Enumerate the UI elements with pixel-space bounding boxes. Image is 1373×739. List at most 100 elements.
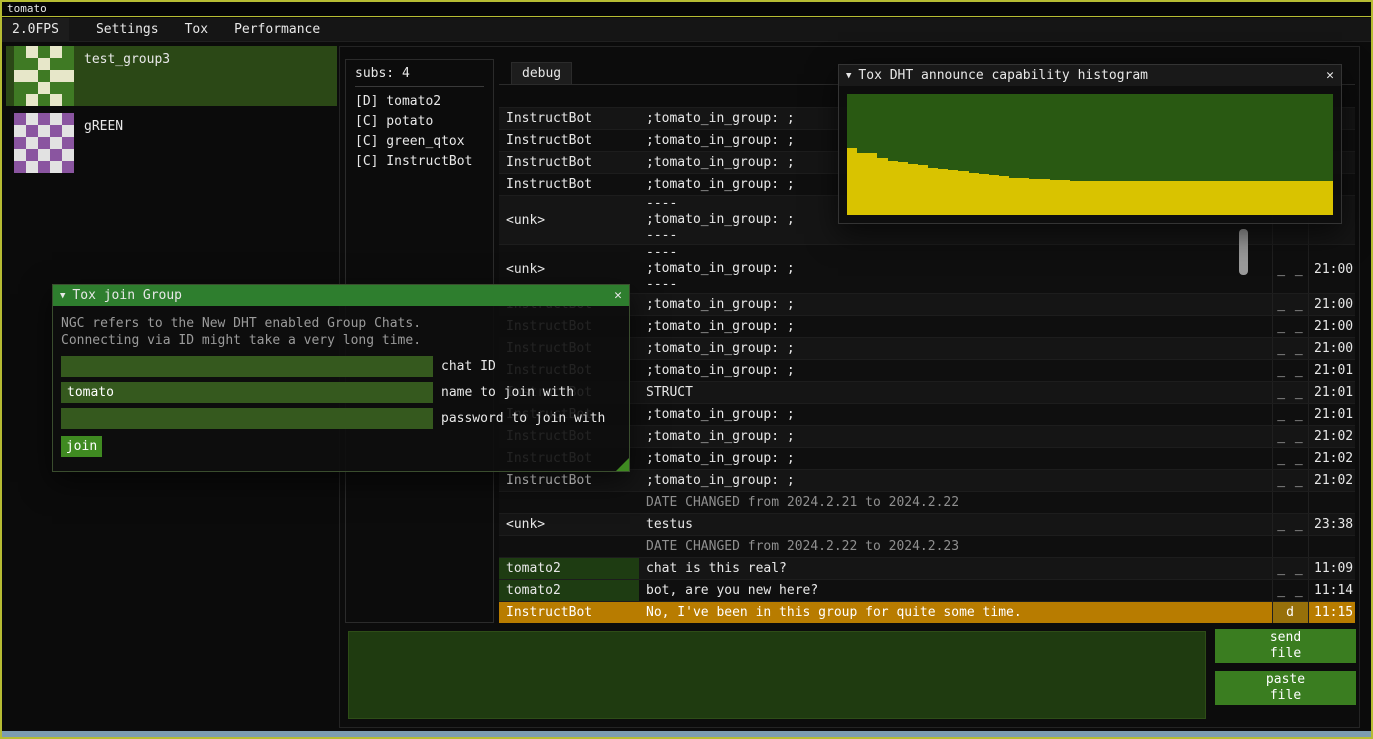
histogram-bar bbox=[1272, 181, 1282, 215]
chat-id-row: chat ID bbox=[61, 356, 621, 377]
sender-name bbox=[499, 536, 639, 557]
subs-list-item[interactable]: [C] potato bbox=[355, 112, 484, 132]
message-row[interactable]: InstructBot;tomato_in_group: ;_ _21:02 bbox=[499, 469, 1355, 491]
send-file-button[interactable]: send file bbox=[1215, 629, 1356, 663]
join-window-body: NGC refers to the New DHT enabled Group … bbox=[53, 306, 629, 466]
window-titlebar[interactable]: tomato bbox=[2, 2, 1371, 17]
receipt-marks: _ _ bbox=[1272, 382, 1308, 403]
receipt-marks: d bbox=[1272, 602, 1308, 623]
receipt-marks: _ _ bbox=[1272, 404, 1308, 425]
histogram-bar bbox=[1313, 181, 1323, 215]
histogram-bar bbox=[877, 158, 887, 215]
chat-scrollbar[interactable] bbox=[1239, 229, 1248, 275]
fps-counter: 2.0FPS bbox=[2, 18, 69, 42]
message-text: ;tomato_in_group: ; bbox=[639, 316, 1272, 337]
timestamp: 21:01 bbox=[1308, 404, 1355, 425]
paste-file-button[interactable]: paste file bbox=[1215, 671, 1356, 705]
message-row[interactable]: InstructBotNo, I've been in this group f… bbox=[499, 601, 1355, 623]
message-text: ---- ;tomato_in_group: ; ---- bbox=[639, 245, 1272, 293]
sender-name: InstructBot bbox=[499, 130, 639, 151]
receipt-marks: _ _ bbox=[1272, 338, 1308, 359]
close-icon[interactable]: ✕ bbox=[1326, 68, 1334, 83]
receipt-marks bbox=[1272, 492, 1308, 513]
histogram-bar bbox=[898, 162, 908, 215]
message-text: ;tomato_in_group: ; bbox=[639, 294, 1272, 315]
histogram-bar bbox=[1171, 181, 1181, 215]
histogram-window: ▼ Tox DHT announce capability histogram … bbox=[838, 64, 1342, 224]
message-text: bot, are you new here? bbox=[639, 580, 1272, 601]
histogram-bar bbox=[888, 161, 898, 215]
histogram-bar bbox=[1110, 181, 1120, 215]
message-row[interactable]: <unk>testus_ _23:38 bbox=[499, 513, 1355, 535]
join-description-line-1: NGC refers to the New DHT enabled Group … bbox=[61, 315, 621, 332]
sender-name: InstructBot bbox=[499, 602, 639, 623]
subs-list: [D] tomato2[C] potato[C] green_qtox[C] I… bbox=[355, 92, 484, 172]
menu-item-performance[interactable]: Performance bbox=[221, 18, 333, 42]
histogram-bar bbox=[1323, 181, 1333, 215]
join-password-row: password to join with bbox=[61, 408, 621, 429]
group-list-item[interactable]: test_group3 bbox=[6, 46, 337, 106]
chat-id-input[interactable] bbox=[61, 356, 433, 377]
histogram-window-titlebar[interactable]: ▼ Tox DHT announce capability histogram … bbox=[839, 65, 1341, 86]
histogram-bar bbox=[1009, 178, 1019, 216]
message-text: ;tomato_in_group: ; bbox=[639, 360, 1272, 381]
histogram-bar bbox=[1151, 181, 1161, 215]
system-row[interactable]: DATE CHANGED from 2024.2.22 to 2024.2.23 bbox=[499, 535, 1355, 557]
timestamp: 21:02 bbox=[1308, 426, 1355, 447]
receipt-marks: _ _ bbox=[1272, 580, 1308, 601]
histogram-bar bbox=[1019, 178, 1029, 216]
tab-debug[interactable]: debug bbox=[511, 62, 572, 84]
subs-list-item[interactable]: [D] tomato2 bbox=[355, 92, 484, 112]
histogram-bar bbox=[938, 169, 948, 215]
histogram-bar bbox=[1161, 181, 1171, 215]
join-name-input[interactable] bbox=[61, 382, 433, 403]
group-avatar bbox=[14, 113, 74, 173]
sender-name: <unk> bbox=[499, 196, 639, 244]
histogram-bar bbox=[1282, 181, 1292, 215]
histogram-bar bbox=[999, 176, 1009, 215]
join-button[interactable]: join bbox=[61, 436, 102, 457]
menu-item-tox[interactable]: Tox bbox=[172, 18, 221, 42]
message-text: ;tomato_in_group: ; bbox=[639, 470, 1272, 491]
group-list-item[interactable]: gREEN bbox=[6, 113, 337, 173]
receipt-marks: _ _ bbox=[1272, 294, 1308, 315]
histogram-bar bbox=[1232, 181, 1242, 215]
join-window-title: Tox join Group bbox=[72, 288, 607, 303]
timestamp: 21:01 bbox=[1308, 360, 1355, 381]
receipt-marks: _ _ bbox=[1272, 426, 1308, 447]
timestamp: 11:15 bbox=[1308, 602, 1355, 623]
join-password-input[interactable] bbox=[61, 408, 433, 429]
message-row[interactable]: tomato2chat is this real?_ _11:09 bbox=[499, 557, 1355, 579]
system-row[interactable]: DATE CHANGED from 2024.2.21 to 2024.2.22 bbox=[499, 491, 1355, 513]
histogram-bar bbox=[1141, 181, 1151, 215]
group-avatar bbox=[14, 46, 74, 106]
collapse-arrow-icon[interactable]: ▼ bbox=[60, 291, 65, 301]
collapse-arrow-icon[interactable]: ▼ bbox=[846, 71, 851, 81]
resize-grip-icon[interactable] bbox=[616, 458, 629, 471]
subs-list-item[interactable]: [C] green_qtox bbox=[355, 132, 484, 152]
histogram-bar bbox=[989, 175, 999, 215]
histogram-bar bbox=[1191, 181, 1201, 215]
receipt-marks: _ _ bbox=[1272, 448, 1308, 469]
timestamp: 11:14 bbox=[1308, 580, 1355, 601]
histogram-bar bbox=[979, 174, 989, 215]
message-input[interactable] bbox=[348, 631, 1206, 719]
message-row[interactable]: tomato2bot, are you new here?_ _11:14 bbox=[499, 579, 1355, 601]
join-window-titlebar[interactable]: ▼ Tox join Group ✕ bbox=[53, 285, 629, 306]
timestamp: 21:02 bbox=[1308, 470, 1355, 491]
window-title: tomato bbox=[7, 2, 47, 15]
histogram-bar bbox=[847, 148, 857, 215]
close-icon[interactable]: ✕ bbox=[614, 288, 622, 303]
timestamp: 23:38 bbox=[1308, 514, 1355, 535]
message-text: DATE CHANGED from 2024.2.22 to 2024.2.23 bbox=[639, 536, 1272, 557]
histogram-bar bbox=[1070, 181, 1080, 215]
sender-name: InstructBot bbox=[499, 470, 639, 491]
join-name-row: name to join with bbox=[61, 382, 621, 403]
join-group-window: ▼ Tox join Group ✕ NGC refers to the New… bbox=[52, 284, 630, 472]
subs-list-item[interactable]: [C] InstructBot bbox=[355, 152, 484, 172]
histogram-bar bbox=[1222, 181, 1232, 215]
histogram-bar bbox=[867, 153, 877, 215]
group-name: test_group3 bbox=[84, 52, 170, 67]
histogram-bar bbox=[1100, 181, 1110, 215]
menu-item-settings[interactable]: Settings bbox=[83, 18, 172, 42]
